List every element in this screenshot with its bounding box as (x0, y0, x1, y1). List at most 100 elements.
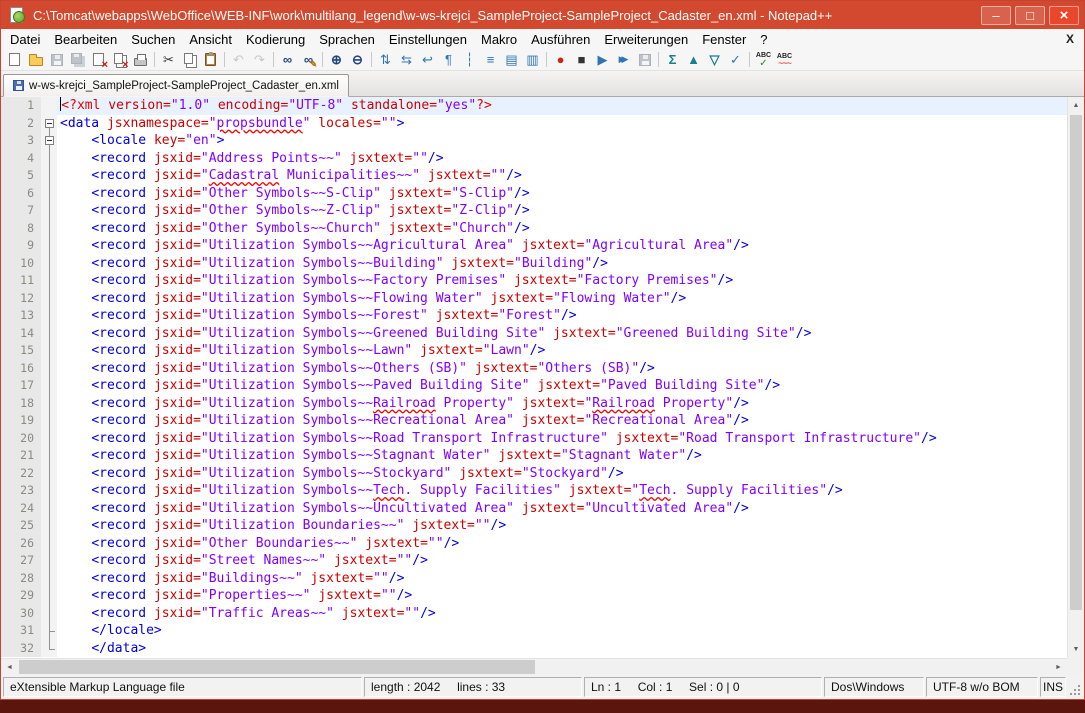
horizontal-scroll-thumb[interactable] (19, 660, 535, 674)
spell-check-button[interactable] (753, 50, 774, 70)
code-line-32[interactable]: 32 </data> (1, 640, 1067, 658)
paste-button[interactable] (200, 50, 221, 70)
menu-item-ansicht[interactable]: Ansicht (182, 31, 239, 48)
scroll-up-arrow[interactable]: ▲ (1068, 97, 1084, 114)
code-line-9[interactable]: 9 <record jsxid="Utilization Symbols~~Ag… (1, 237, 1067, 255)
code-line-28[interactable]: 28 <record jsxid="Buildings~~" jsxtext="… (1, 570, 1067, 588)
code-line-1[interactable]: 1<?xml version="1.0" encoding="UTF-8" st… (1, 97, 1067, 115)
code-line-15[interactable]: 15 <record jsxid="Utilization Symbols~~L… (1, 342, 1067, 360)
code-line-8[interactable]: 8 <record jsxid="Other Symbols~~Church" … (1, 220, 1067, 238)
macro-stop-button[interactable]: ■ (571, 50, 592, 70)
code-line-18[interactable]: 18 <record jsxid="Utilization Symbols~~R… (1, 395, 1067, 413)
code-line-2[interactable]: 2<data jsxnamespace="propsbundle" locale… (1, 115, 1067, 133)
zoom-in-button[interactable]: ⊕ (326, 50, 347, 70)
macro-record-button[interactable]: ● (550, 50, 571, 70)
menu-item-makro[interactable]: Makro (474, 31, 524, 48)
vertical-scroll-thumb[interactable] (1070, 115, 1082, 610)
code-line-7[interactable]: 7 <record jsxid="Other Symbols~~Z-Clip" … (1, 202, 1067, 220)
code-line-6[interactable]: 6 <record jsxid="Other Symbols~~S-Clip" … (1, 185, 1067, 203)
show-all-characters-button[interactable]: ¶ (438, 50, 459, 70)
code-line-19[interactable]: 19 <record jsxid="Utilization Symbols~~R… (1, 412, 1067, 430)
code-line-4[interactable]: 4 <record jsxid="Address Points~~" jsxte… (1, 150, 1067, 168)
vertical-scroll-track[interactable] (1068, 114, 1084, 641)
code-line-20[interactable]: 20 <record jsxid="Utilization Symbols~~R… (1, 430, 1067, 448)
open-file-button[interactable] (25, 50, 46, 70)
menu-item-datei[interactable]: Datei (3, 31, 47, 48)
title-bar[interactable]: C:\Tomcat\webapps\WebOffice\WEB-INF\work… (1, 1, 1084, 29)
code-line-31[interactable]: 31 </locale> (1, 622, 1067, 640)
menu-item-bearbeiten[interactable]: Bearbeiten (47, 31, 124, 48)
code-line-5[interactable]: 5 <record jsxid="Cadastral Municipalitie… (1, 167, 1067, 185)
show-indent-guide-button[interactable]: ┆ (459, 50, 480, 70)
menu-item-ausführen[interactable]: Ausführen (524, 31, 597, 48)
menu-item-einstellungen[interactable]: Einstellungen (382, 31, 474, 48)
code-line-24[interactable]: 24 <record jsxid="Utilization Symbols~~U… (1, 500, 1067, 518)
code-line-11[interactable]: 11 <record jsxid="Utilization Symbols~~F… (1, 272, 1067, 290)
code-line-26[interactable]: 26 <record jsxid="Other Boundaries~~" js… (1, 535, 1067, 553)
cut-button[interactable]: ✂ (158, 50, 179, 70)
document-map-button[interactable]: ▤ (501, 50, 522, 70)
undo-button[interactable]: ↶ (228, 50, 249, 70)
maximize-button[interactable]: □ (1015, 6, 1045, 25)
code-line-17[interactable]: 17 <record jsxid="Utilization Symbols~~P… (1, 377, 1067, 395)
fold-margin (41, 220, 57, 238)
code-line-22[interactable]: 22 <record jsxid="Utilization Symbols~~S… (1, 465, 1067, 483)
replace-button[interactable]: ∞ (298, 50, 319, 70)
fold-collapse-button[interactable] (45, 119, 54, 128)
fold-collapse-button[interactable] (45, 136, 54, 145)
code-line-3[interactable]: 3 <locale key="en"> (1, 132, 1067, 150)
menu-item-sprachen[interactable]: Sprachen (312, 31, 382, 48)
code-line-14[interactable]: 14 <record jsxid="Utilization Symbols~~G… (1, 325, 1067, 343)
close-button[interactable]: × (1049, 6, 1079, 25)
scroll-down-arrow[interactable]: ▼ (1068, 641, 1084, 658)
auto-spell-check-button[interactable] (774, 50, 795, 70)
minimize-button[interactable]: – (981, 6, 1011, 25)
close-button[interactable] (88, 50, 109, 70)
macro-save-button[interactable] (634, 50, 655, 70)
menu-item-erweiterungen[interactable]: Erweiterungen (597, 31, 695, 48)
code-line-25[interactable]: 25 <record jsxid="Utilization Boundaries… (1, 517, 1067, 535)
tab-cadaster-xml[interactable]: w-ws-krejci_SampleProject-SampleProject_… (3, 74, 349, 97)
menu-item-help[interactable]: ? (753, 31, 774, 48)
sync-horizontal-scrolling-button[interactable]: ⇆ (396, 50, 417, 70)
code-line-12[interactable]: 12 <record jsxid="Utilization Symbols~~F… (1, 290, 1067, 308)
find-button[interactable]: ∞ (277, 50, 298, 70)
resize-grip[interactable] (1068, 677, 1082, 697)
scroll-left-arrow[interactable]: ◄ (1, 659, 18, 675)
redo-button[interactable]: ↷ (249, 50, 270, 70)
plugin-sum-button[interactable]: Σ (662, 50, 683, 70)
text-editor[interactable]: 1<?xml version="1.0" encoding="UTF-8" st… (1, 97, 1067, 658)
scroll-right-arrow[interactable]: ► (1050, 659, 1067, 675)
plugin-validate-button[interactable]: ✓ (725, 50, 746, 70)
plugin-collapse-all-button[interactable]: ▽ (704, 50, 725, 70)
menu-item-kodierung[interactable]: Kodierung (239, 31, 312, 48)
doc-switcher-button[interactable]: ▥ (522, 50, 543, 70)
document-close-button[interactable]: X (1058, 32, 1082, 46)
function-list-button[interactable]: ≡ (480, 50, 501, 70)
copy-button[interactable] (179, 50, 200, 70)
close-all-button[interactable] (109, 50, 130, 70)
menu-item-fenster[interactable]: Fenster (695, 31, 753, 48)
horizontal-scroll-track[interactable] (18, 659, 1050, 675)
vertical-scrollbar[interactable]: ▲ ▼ (1067, 97, 1084, 658)
horizontal-scrollbar[interactable]: ◄ ► (1, 658, 1067, 675)
code-line-13[interactable]: 13 <record jsxid="Utilization Symbols~~F… (1, 307, 1067, 325)
print-button[interactable] (130, 50, 151, 70)
code-line-30[interactable]: 30 <record jsxid="Traffic Areas~~" jsxte… (1, 605, 1067, 623)
save-button[interactable] (46, 50, 67, 70)
code-line-16[interactable]: 16 <record jsxid="Utilization Symbols~~O… (1, 360, 1067, 378)
macro-run-multiple-button[interactable]: ▶▶ (613, 50, 634, 70)
save-all-button[interactable] (67, 50, 88, 70)
code-line-27[interactable]: 27 <record jsxid="Street Names~~" jsxtex… (1, 552, 1067, 570)
code-line-21[interactable]: 21 <record jsxid="Utilization Symbols~~S… (1, 447, 1067, 465)
macro-play-button[interactable]: ▶ (592, 50, 613, 70)
zoom-out-button[interactable]: ⊖ (347, 50, 368, 70)
menu-item-suchen[interactable]: Suchen (124, 31, 182, 48)
word-wrap-button[interactable]: ↩ (417, 50, 438, 70)
code-line-10[interactable]: 10 <record jsxid="Utilization Symbols~~B… (1, 255, 1067, 273)
new-file-button[interactable] (4, 50, 25, 70)
code-line-23[interactable]: 23 <record jsxid="Utilization Symbols~~T… (1, 482, 1067, 500)
plugin-expand-all-button[interactable]: ▲ (683, 50, 704, 70)
sync-vertical-scrolling-button[interactable]: ⇅ (375, 50, 396, 70)
code-line-29[interactable]: 29 <record jsxid="Properties~~" jsxtext=… (1, 587, 1067, 605)
